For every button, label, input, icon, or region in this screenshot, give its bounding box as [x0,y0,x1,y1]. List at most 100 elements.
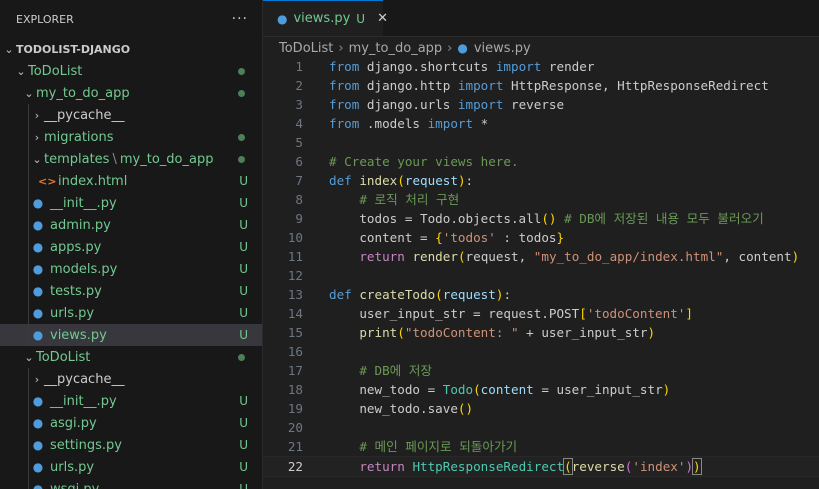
tab-views-py[interactable]: ● views.py U ✕ [263,0,388,36]
code-line[interactable]: 22 return HttpResponseRedirect(reverse('… [263,456,819,477]
code-text: # Create your views here. [329,152,519,171]
code-line[interactable]: 2 from django.http import HttpResponse, H… [263,76,819,95]
breadcrumb-item[interactable]: ToDoList [279,41,333,56]
code-token: 'index' [632,459,686,474]
workspace-root-label: TODOLIST-DJANGO [16,42,131,56]
line-number: 21 [287,439,303,454]
more-actions-icon[interactable]: ··· [232,11,248,27]
code-line[interactable]: 7 def index(request): [263,171,819,190]
code-line[interactable]: 13 def createTodo(request): [263,285,819,304]
code-token: () [541,211,557,226]
breadcrumb-item[interactable]: views.py [474,41,531,56]
line-number: 1 [295,59,303,74]
git-status-dot [238,90,245,97]
code-line[interactable]: 1 from django.shortcuts import render [263,57,819,76]
code-line[interactable]: 8 # 로직 처리 구현 [263,190,819,209]
code-line[interactable]: 18 new_todo = Todo(content = user_input_… [263,380,819,399]
tree-item[interactable]: ⌄ templates \ my_to_do_app [0,148,262,170]
explorer-sidebar: EXPLORER ··· ⌄ TODOLIST-DJANGO ⌄ ToDoList… [0,0,263,489]
close-icon[interactable]: ✕ [377,11,388,26]
code-line[interactable]: 6 # Create your views here. [263,152,819,171]
tree-item[interactable]: ● settings.py U [0,434,262,456]
code-token: ( [563,458,573,475]
line-number: 4 [295,116,303,131]
code-line[interactable]: 3 from django.urls import reverse [263,95,819,114]
line-number: 11 [287,249,303,264]
code-line[interactable]: 12 [263,266,819,285]
tab-bar: ● views.py U ✕ [263,0,819,37]
tree-item-label: index.html [58,173,128,189]
code-token: HttpResponse, HttpResponseRedirect [503,78,769,93]
code-token: , content [723,249,792,264]
breadcrumb-item[interactable]: my_to_do_app [349,41,443,56]
code-text: from django.urls import reverse [329,95,564,114]
tree-item-label: __init__.py [50,393,117,409]
explorer-title: EXPLORER [16,12,74,26]
tree-item[interactable]: ⌄ ToDoList [0,346,262,368]
tree-item[interactable]: ● views.py U [0,324,262,346]
code-line[interactable]: 20 [263,418,819,437]
tree-item[interactable]: › __pycache__ [0,368,262,390]
code-token: index [359,173,398,188]
code-token: # 메인 페이지로 되돌아가기 [359,439,518,454]
tree-item[interactable]: ● __init__.py U [0,390,262,412]
tree-item[interactable]: ⌄ my_to_do_app [0,82,262,104]
code-token: django.urls [359,97,458,112]
tree-item[interactable]: ⌄ ToDoList [0,60,262,82]
python-file-icon: ● [32,218,44,232]
code-line[interactable]: 16 [263,342,819,361]
workspace-root[interactable]: ⌄ TODOLIST-DJANGO [0,38,262,60]
tree-item[interactable]: › migrations [0,126,262,148]
code-token: 'todos' [442,230,496,245]
code-token: ( [473,382,481,397]
code-line[interactable]: 21 # 메인 페이지로 되돌아가기 [263,437,819,456]
code-line[interactable]: 14 user_input_str = request.POST['todoCo… [263,304,819,323]
code-text: from django.http import HttpResponse, Ht… [329,76,769,95]
python-file-icon: ● [32,482,44,489]
line-number: 9 [295,211,303,226]
python-file-icon: ● [32,196,44,210]
tree-item[interactable]: ● asgi.py U [0,412,262,434]
tree-item[interactable]: ● urls.py U [0,456,262,478]
tree-item[interactable]: ● __init__.py U [0,192,262,214]
code-line[interactable]: 11 return render(request, "my_to_do_app/… [263,247,819,266]
code-editor[interactable]: 1 from django.shortcuts import render 2 fro… [263,57,819,477]
code-line[interactable]: 4 from .models import * [263,114,819,133]
tree-item[interactable]: ● models.py U [0,258,262,280]
code-text: print("todoContent: " + user_input_str) [329,323,655,342]
code-token: ) [647,325,656,340]
chevron-down-icon: ⌄ [16,64,26,78]
code-text: todos = Todo.objects.all() # DB에 저장된 내용 … [329,209,763,228]
code-line[interactable]: 9 todos = Todo.objects.all() # DB에 저장된 내… [263,209,819,228]
tree-item[interactable]: ● wsgi.py U [0,478,262,489]
code-line[interactable]: 5 [263,133,819,152]
chevron-down-icon: ⌄ [24,350,34,364]
code-token: from [329,78,360,93]
code-line[interactable]: 17 # DB에 저장 [263,361,819,380]
python-file-icon: ● [32,416,44,430]
code-line[interactable]: 15 print("todoContent: " + user_input_st… [263,323,819,342]
tree-item-label: views.py [50,327,107,343]
code-text: return HttpResponseRedirect(reverse('ind… [329,457,702,476]
tree-item[interactable]: ● apps.py U [0,236,262,258]
code-text: return render(request, "my_to_do_app/ind… [329,247,799,266]
tree-item[interactable]: ● urls.py U [0,302,262,324]
line-number: 2 [295,78,303,93]
code-token: ] [685,306,693,321]
code-token: "my_to_do_app/index.html" [533,249,724,264]
line-number: 10 [287,230,303,245]
tree-item-label: apps.py [50,239,102,255]
tree-item[interactable]: <> index.html U [0,170,262,192]
tree-item[interactable]: › __pycache__ [0,104,262,126]
code-token: Todo [442,382,474,397]
code-line[interactable]: 10 content = {'todos' : todos} [263,228,819,247]
code-token: } [556,230,565,245]
code-token: createTodo [359,287,436,302]
code-line[interactable]: 19 new_todo.save() [263,399,819,418]
tree-item[interactable]: ● admin.py U [0,214,262,236]
tree-item[interactable]: ● tests.py U [0,280,262,302]
code-token: request [404,173,458,188]
code-token: import [457,78,504,93]
